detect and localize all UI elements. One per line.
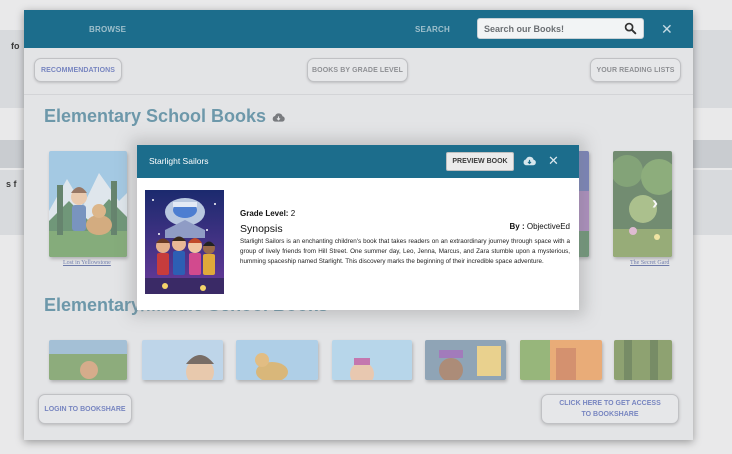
close-icon[interactable]: ✕	[548, 154, 559, 167]
book-cover-image	[145, 190, 224, 294]
cloud-download-icon[interactable]	[522, 155, 537, 167]
book-detail-modal: Starlight Sailors PREVIEW BOOK ✕ Grade L…	[137, 145, 579, 310]
browse-header: BROWSE SEARCH ✕	[24, 10, 693, 48]
modal-title: Starlight Sailors	[149, 156, 209, 166]
cover-art	[145, 190, 224, 294]
grade-level: Grade Level: 2	[240, 209, 295, 218]
modal-header: Starlight Sailors PREVIEW BOOK ✕	[137, 145, 579, 178]
synopsis-heading: Synopsis	[240, 223, 283, 235]
background-text: fo	[11, 41, 20, 51]
search-icon[interactable]	[624, 22, 637, 35]
search-input[interactable]	[484, 21, 614, 36]
search-label: SEARCH	[415, 25, 450, 34]
grade-value: 2	[290, 209, 296, 218]
author-line: By : ObjectiveEd	[510, 222, 571, 231]
author-label: By :	[509, 222, 525, 231]
background-text: s f	[6, 179, 17, 189]
grade-label: Grade Level:	[240, 209, 289, 218]
preview-book-button[interactable]: PREVIEW BOOK	[446, 152, 514, 171]
search-box[interactable]	[477, 18, 644, 39]
author-name: ObjectiveEd	[526, 222, 570, 231]
synopsis-text: Starlight Sailors is an enchanting child…	[240, 238, 570, 265]
browse-tab[interactable]: BROWSE	[89, 25, 126, 34]
close-icon[interactable]: ✕	[661, 22, 673, 36]
